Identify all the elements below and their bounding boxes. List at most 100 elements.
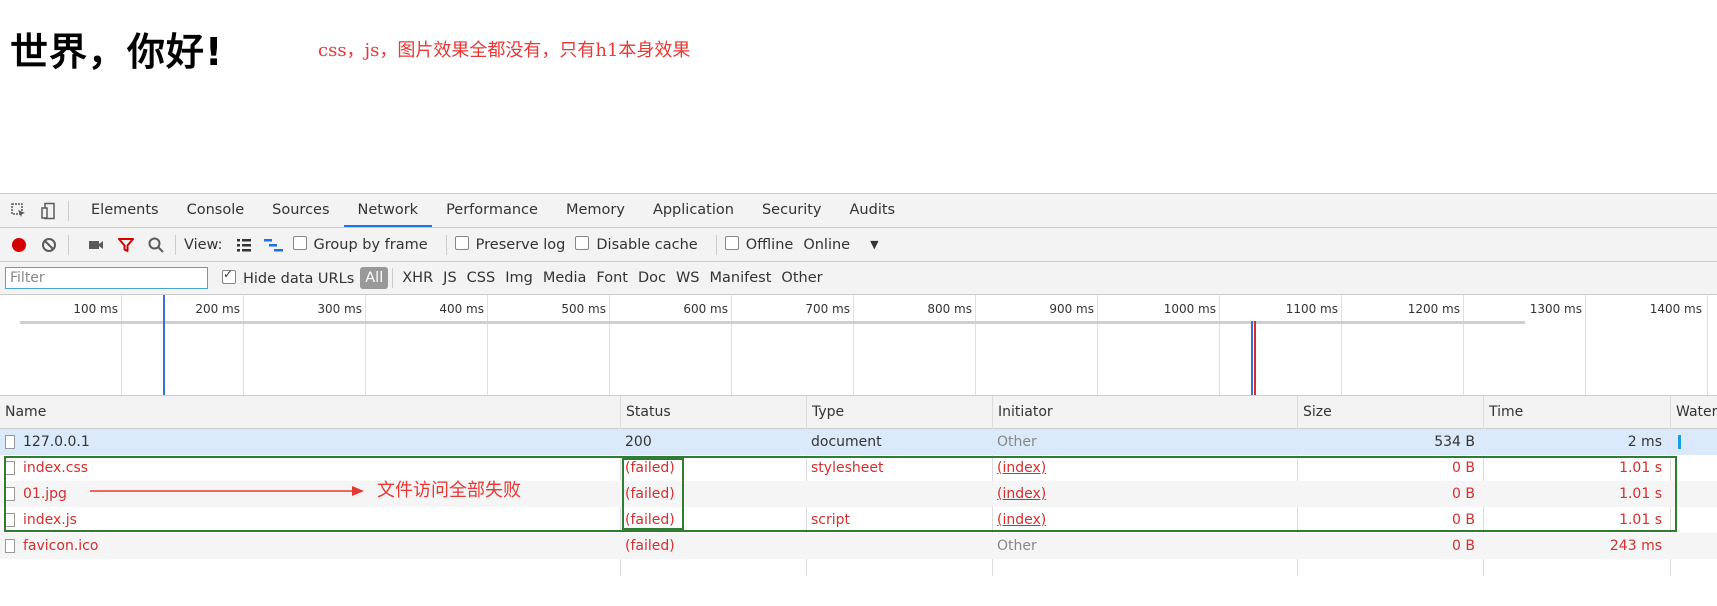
page-heading: 世界，你好! (10, 30, 224, 74)
tick-label: 600 ms (683, 302, 728, 316)
tab-application[interactable]: Application (639, 194, 748, 227)
grid-line (975, 295, 976, 395)
tick-label: 100 ms (73, 302, 118, 316)
tick-label: 900 ms (1049, 302, 1094, 316)
table-row[interactable]: 127.0.0.1 200 document Other 534 B 2 ms (0, 429, 1717, 455)
devtools-tabbar: Elements Console Sources Network Perform… (0, 194, 1717, 228)
checkbox-icon (724, 236, 739, 250)
column-header-status[interactable]: Status (620, 396, 806, 428)
column-header-initiator[interactable]: Initiator (992, 396, 1297, 428)
clear-icon[interactable] (38, 234, 60, 256)
tab-audits[interactable]: Audits (836, 194, 910, 227)
capture-screenshots-icon[interactable] (85, 234, 107, 256)
throttling-select[interactable]: Online (803, 237, 850, 253)
filter-type-manifest[interactable]: Manifest (705, 270, 777, 286)
tab-performance[interactable]: Performance (432, 194, 552, 227)
filter-input[interactable] (5, 267, 208, 289)
hide-data-urls-checkbox[interactable]: Hide data URLs (222, 267, 354, 287)
grid-line (1463, 295, 1464, 395)
filter-type-ws[interactable]: WS (671, 270, 705, 286)
toolbar-separator (445, 234, 447, 255)
tab-security[interactable]: Security (748, 194, 836, 227)
waterfall-view-icon[interactable] (263, 234, 285, 256)
table-header: Name Status Type Initiator Size Time Wat… (0, 396, 1717, 429)
tick-label: 200 ms (195, 302, 240, 316)
cell-name: 127.0.0.1 (0, 429, 620, 455)
disable-cache-label: Disable cache (596, 237, 698, 253)
filter-type-css[interactable]: CSS (462, 270, 501, 286)
dom-content-loaded-marker (163, 295, 165, 395)
filter-type-font[interactable]: Font (591, 270, 633, 286)
filter-icon[interactable] (115, 234, 137, 256)
finish-marker (1251, 321, 1253, 395)
cell-size: 534 B (1434, 434, 1475, 450)
tab-sources[interactable]: Sources (258, 194, 343, 227)
waterfall-bar (1678, 435, 1681, 449)
group-by-frame-label: Group by frame (313, 237, 428, 253)
grid-line (1707, 295, 1708, 395)
column-header-type[interactable]: Type (806, 396, 992, 428)
cell-time: 243 ms (1609, 538, 1662, 554)
tab-console[interactable]: Console (173, 194, 259, 227)
column-header-waterfall[interactable]: Waterf (1670, 396, 1717, 428)
filter-type-all[interactable]: All (360, 267, 389, 289)
filter-type-img[interactable]: Img (500, 270, 538, 286)
preserve-log-checkbox[interactable]: Preserve log (454, 236, 566, 253)
tick-label: 1300 ms (1529, 302, 1582, 316)
column-header-name[interactable]: Name (0, 396, 620, 428)
network-toolbar: View: Group by frame Preserve log Disabl… (0, 228, 1717, 262)
network-filterbar: Hide data URLs All XHR JS CSS Img Media … (0, 262, 1717, 295)
tick-label: 300 ms (317, 302, 362, 316)
grid-line (1219, 295, 1220, 395)
grid-line (853, 295, 854, 395)
failed-status-highlight (622, 458, 684, 530)
checkbox-icon (292, 236, 307, 250)
search-icon[interactable] (145, 234, 167, 256)
large-rows-icon[interactable] (233, 234, 255, 256)
column-header-size[interactable]: Size (1297, 396, 1483, 428)
tick-label: 1400 ms (1649, 302, 1702, 316)
checkbox-checked-icon (222, 267, 236, 284)
tab-network[interactable]: Network (343, 194, 433, 227)
cell-size: 0 B (1452, 538, 1475, 554)
grid-line (365, 295, 366, 395)
grid-line (609, 295, 610, 395)
filter-type-other[interactable]: Other (776, 270, 827, 286)
column-header-time[interactable]: Time (1483, 396, 1670, 428)
checkbox-icon (454, 236, 469, 250)
checkbox-icon (575, 236, 590, 250)
devtools-panel: Elements Console Sources Network Perform… (0, 193, 1717, 606)
tick-label: 1200 ms (1407, 302, 1460, 316)
view-label: View: (184, 236, 223, 253)
tab-memory[interactable]: Memory (552, 194, 639, 227)
cell-time: 2 ms (1627, 434, 1662, 450)
timeline-overview[interactable]: 100 ms 200 ms 300 ms 400 ms 500 ms 600 m… (0, 295, 1717, 396)
tick-label: 1100 ms (1285, 302, 1338, 316)
record-icon[interactable] (8, 234, 30, 256)
tick-label: 400 ms (439, 302, 484, 316)
cell-initiator: Other (997, 538, 1037, 554)
failure-annotation: 文件访问全部失败 (377, 480, 521, 501)
inspect-element-icon[interactable] (8, 200, 30, 222)
cell-initiator: Other (997, 434, 1037, 450)
filter-type-doc[interactable]: Doc (633, 270, 671, 286)
chevron-down-icon[interactable]: ▼ (870, 238, 878, 251)
offline-label: Offline (745, 237, 794, 253)
request-bar (20, 321, 1525, 324)
tick-label: 1000 ms (1163, 302, 1216, 316)
filter-type-js[interactable]: JS (438, 270, 461, 286)
table-row[interactable]: favicon.ico (failed) Other 0 B 243 ms (0, 533, 1717, 559)
grid-line (487, 295, 488, 395)
file-icon (5, 435, 15, 449)
cell-status: 200 (625, 434, 652, 450)
cell-name: favicon.ico (0, 533, 620, 559)
disable-cache-checkbox[interactable]: Disable cache (575, 236, 698, 253)
filterbar-separator (392, 268, 394, 288)
filter-type-xhr[interactable]: XHR (397, 270, 438, 286)
preserve-log-label: Preserve log (475, 237, 566, 253)
offline-checkbox[interactable]: Offline (724, 236, 794, 253)
group-by-frame-checkbox[interactable]: Group by frame (292, 236, 428, 253)
device-toolbar-icon[interactable] (38, 200, 60, 222)
tab-elements[interactable]: Elements (77, 194, 173, 227)
filter-type-media[interactable]: Media (538, 270, 592, 286)
